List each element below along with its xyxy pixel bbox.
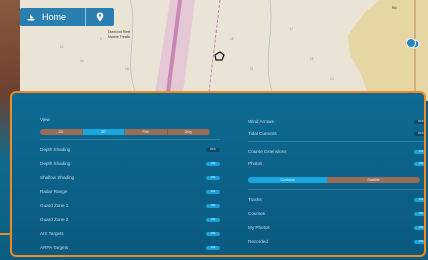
view-option-active[interactable]: 3D	[82, 129, 125, 135]
toggle-switch[interactable]: ON	[414, 238, 424, 244]
svg-text:9: 9	[100, 37, 102, 41]
toggle-state: OFF	[210, 146, 216, 151]
toggle-switch[interactable]: ON	[206, 174, 220, 180]
view-option[interactable]: Fish	[125, 129, 168, 135]
setting-row: Courses ON	[248, 209, 424, 218]
svg-text:18: 18	[230, 37, 234, 41]
setting-label: Guard Zone 1	[40, 203, 69, 208]
toggle-state: ON	[210, 188, 216, 193]
toggle-state: OFF	[418, 118, 424, 123]
setting-row: Tidal Currents OFF	[248, 129, 424, 138]
setting-label: Wind Arrows	[248, 119, 274, 124]
home-label: Home	[42, 12, 67, 22]
setting-label: AIS Targets	[40, 231, 64, 236]
toggle-switch[interactable]: ON	[206, 202, 220, 208]
toggle-switch[interactable]: OFF	[414, 130, 424, 136]
toggle-state: ON	[418, 148, 424, 153]
slider-rest-label: Satellite	[367, 178, 380, 182]
setting-label: Depth Shading	[40, 161, 71, 166]
setting-row: Radar Range ON	[40, 187, 220, 196]
divider	[248, 189, 424, 190]
setting-row: Course Extensions ON	[248, 147, 424, 156]
toggle-state: OFF	[418, 130, 424, 135]
map-label-1: Diamond Reef	[108, 30, 131, 34]
toggle-state: ON	[210, 216, 216, 221]
svg-text:16: 16	[125, 67, 129, 71]
svg-text:14: 14	[80, 59, 84, 63]
svg-text:17: 17	[290, 27, 294, 31]
toggle-state: ON	[418, 224, 424, 229]
setting-label: Radar Range	[40, 189, 68, 194]
toggle-state: ON	[418, 160, 424, 165]
slider-fill: Contours	[248, 177, 328, 183]
toggle-switch[interactable]: ON	[206, 160, 220, 166]
map-label-2: Marble Trestle	[108, 35, 131, 39]
boat-icon	[27, 14, 35, 21]
toggle-switch[interactable]: ON	[206, 230, 220, 236]
setting-label: ARPA Targets	[40, 245, 69, 250]
setting-row: ARPA Targets ON	[40, 243, 220, 252]
svg-text:12: 12	[60, 45, 64, 49]
toggle-switch[interactable]: ON	[206, 216, 220, 222]
toggle-switch[interactable]: ON	[414, 148, 424, 154]
toggle-switch[interactable]: ON	[414, 224, 424, 230]
toggle-state: ON	[210, 244, 216, 249]
setting-row: Depth Shading ON	[40, 159, 220, 168]
view-option[interactable]: 2D	[40, 129, 83, 135]
setting-row: Depth Shading OFF	[40, 145, 220, 154]
toggle-state: ON	[418, 238, 424, 243]
nav-bar: Home	[20, 8, 114, 26]
view-selector[interactable]: 2D 3D Fish Gray	[40, 129, 210, 135]
setting-row: Recorded ON	[248, 237, 424, 246]
toggle-switch[interactable]: OFF	[206, 146, 220, 152]
setting-label: Recorded	[248, 239, 268, 244]
setting-row: My Photos ON	[248, 223, 424, 232]
layers-panel: View 2D 3D Fish Gray Depth Shading OFF D…	[10, 91, 426, 257]
toggle-state: ON	[210, 174, 216, 179]
setting-row: Photos ON	[248, 159, 424, 168]
svg-text:21: 21	[250, 67, 254, 71]
toggle-switch[interactable]: ON	[414, 160, 424, 166]
view-title: View	[40, 117, 50, 122]
setting-row: AIS Targets ON	[40, 229, 220, 238]
setting-label: Photos	[248, 161, 263, 166]
setting-label: Course Extensions	[248, 149, 287, 154]
toggle-switch[interactable]: ON	[414, 196, 424, 202]
setting-label: Guard Zone 2	[40, 217, 69, 222]
map-label-3: Rd	[392, 6, 397, 10]
setting-label: Tracks	[248, 197, 262, 202]
toggle-state: ON	[210, 202, 216, 207]
transparency-slider[interactable]: Contours Satellite	[248, 177, 420, 183]
toggle-state: ON	[418, 210, 424, 215]
slider-fill-label: Contours	[280, 178, 295, 182]
setting-label: Courses	[248, 211, 266, 216]
location-pin-icon	[96, 12, 104, 22]
toggle-state: ON	[210, 160, 216, 165]
toggle-state: ON	[210, 230, 216, 235]
setting-label: My Photos	[248, 225, 270, 230]
toggle-switch[interactable]: ON	[206, 188, 220, 194]
divider	[248, 141, 424, 142]
toggle-switch[interactable]: OFF	[414, 118, 424, 124]
divider	[40, 139, 220, 140]
setting-row: Guard Zone 2 ON	[40, 215, 220, 224]
svg-text:15: 15	[310, 57, 314, 61]
slider-rest: Satellite	[327, 177, 420, 183]
setting-row: Shallow Shading ON	[40, 173, 220, 182]
position-marker-button[interactable]	[406, 38, 416, 48]
view-option[interactable]: Gray	[167, 129, 210, 135]
setting-label: Shallow Shading	[40, 175, 75, 180]
toggle-state: ON	[418, 196, 424, 201]
home-button[interactable]: Home	[20, 8, 86, 26]
svg-text:13: 13	[330, 77, 334, 81]
setting-row: Wind Arrows OFF	[248, 117, 424, 126]
toggle-switch[interactable]: ON	[414, 210, 424, 216]
setting-label: Tidal Currents	[248, 131, 277, 136]
setting-label: Depth Shading	[40, 147, 71, 152]
setting-row: Guard Zone 1 ON	[40, 201, 220, 210]
setting-row: Tracks ON	[248, 195, 424, 204]
toggle-switch[interactable]: ON	[206, 244, 220, 250]
location-button[interactable]	[86, 8, 114, 26]
